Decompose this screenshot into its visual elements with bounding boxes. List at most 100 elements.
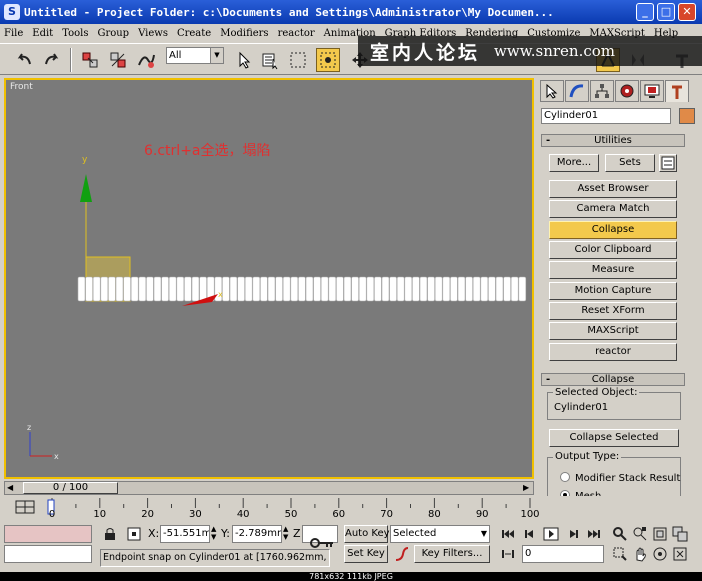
collapse-selected-button[interactable]: Collapse Selected: [549, 429, 679, 447]
y-coord-field[interactable]: -2.789mm: [232, 525, 282, 543]
cylinder-object[interactable]: [412, 276, 420, 302]
cylinder-object[interactable]: [184, 276, 192, 302]
absolute-mode-icon[interactable]: [124, 525, 144, 543]
prev-frame-arrow-icon[interactable]: ◀: [7, 482, 13, 494]
cylinder-object[interactable]: [488, 276, 496, 302]
menu-create[interactable]: Create: [177, 28, 211, 39]
cylinder-object[interactable]: [244, 276, 253, 302]
cylinder-array[interactable]: [77, 276, 527, 302]
cylinder-object[interactable]: [510, 276, 519, 302]
key-mode-dropdown[interactable]: Selected ▼: [390, 525, 490, 543]
more-button[interactable]: More...: [549, 154, 599, 172]
cylinder-object[interactable]: [282, 276, 291, 302]
cylinder-object[interactable]: [434, 276, 443, 302]
utilities-rollout-header[interactable]: - Utilities: [541, 134, 685, 147]
gizmo-y-arrow-icon[interactable]: [80, 174, 92, 202]
set-key-button[interactable]: Set Key: [344, 545, 388, 563]
next-frame-arrow-icon[interactable]: ▶: [523, 482, 529, 494]
asset-browser-button[interactable]: Asset Browser: [549, 180, 677, 198]
utilities-tab-icon[interactable]: [665, 80, 689, 102]
maximize-button[interactable]: □: [657, 3, 675, 21]
cylinder-object[interactable]: [503, 276, 511, 302]
cylinder-object[interactable]: [419, 276, 428, 302]
rectangular-selection-icon[interactable]: [286, 48, 310, 72]
motion-tab-icon[interactable]: [615, 80, 639, 102]
maxscript-button[interactable]: MAXScript: [549, 322, 677, 340]
chevron-down-icon[interactable]: ▼: [210, 48, 223, 63]
minimize-button[interactable]: _: [636, 3, 654, 21]
select-link-icon[interactable]: [78, 48, 102, 72]
go-to-start-icon[interactable]: [498, 525, 518, 543]
cylinder-object[interactable]: [374, 276, 382, 302]
selection-filter-dropdown[interactable]: All ▼: [166, 47, 224, 64]
cylinder-object[interactable]: [328, 276, 337, 302]
pan-icon[interactable]: [630, 545, 650, 563]
measure-button[interactable]: Measure: [549, 261, 677, 279]
cylinder-object[interactable]: [495, 276, 504, 302]
cylinder-object[interactable]: [260, 276, 268, 302]
window-crossing-icon[interactable]: [316, 48, 340, 72]
object-name-field[interactable]: Cylinder01: [541, 108, 671, 124]
configure-sets-icon[interactable]: [659, 154, 677, 172]
sets-button[interactable]: Sets: [605, 154, 655, 172]
time-slider-thumb[interactable]: 0 / 100: [23, 482, 118, 494]
cylinder-object[interactable]: [199, 276, 207, 302]
menu-file[interactable]: File: [4, 28, 23, 39]
cylinder-object[interactable]: [336, 276, 344, 302]
cylinder-object[interactable]: [472, 276, 481, 302]
menu-edit[interactable]: Edit: [32, 28, 53, 39]
menu-group[interactable]: Group: [97, 28, 129, 39]
collapse-utility-button[interactable]: Collapse: [549, 221, 677, 239]
modify-tab-icon[interactable]: [565, 80, 589, 102]
cylinder-object[interactable]: [366, 276, 375, 302]
menu-tools[interactable]: Tools: [62, 28, 88, 39]
zoom-extents-icon[interactable]: [650, 525, 670, 543]
cylinder-object[interactable]: [404, 276, 413, 302]
cylinder-object[interactable]: [396, 276, 405, 302]
cylinder-object[interactable]: [343, 276, 352, 302]
cylinder-object[interactable]: [222, 276, 230, 302]
bind-space-warp-icon[interactable]: [134, 48, 158, 72]
menu-modifiers[interactable]: Modifiers: [220, 28, 268, 39]
cylinder-object[interactable]: [252, 276, 261, 302]
cylinder-object[interactable]: [100, 276, 109, 302]
cylinder-object[interactable]: [290, 276, 299, 302]
cylinder-object[interactable]: [381, 276, 390, 302]
cylinder-object[interactable]: [176, 276, 185, 302]
auto-key-button[interactable]: Auto Key: [344, 525, 390, 543]
cylinder-object[interactable]: [191, 276, 200, 302]
next-frame-icon[interactable]: [563, 525, 583, 543]
cylinder-object[interactable]: [518, 276, 527, 302]
cylinder-object[interactable]: [267, 276, 276, 302]
zoom-icon[interactable]: [610, 525, 630, 543]
maxscript-input-mini[interactable]: [4, 545, 92, 563]
lock-selection-icon[interactable]: [100, 525, 120, 543]
maximize-viewport-icon[interactable]: [670, 545, 690, 563]
arc-rotate-icon[interactable]: [650, 545, 670, 563]
object-color-swatch[interactable]: [679, 108, 695, 124]
play-icon[interactable]: [541, 525, 561, 543]
cylinder-object[interactable]: [480, 276, 489, 302]
radio-icon[interactable]: [560, 472, 570, 482]
motion-capture-button[interactable]: Motion Capture: [549, 282, 677, 300]
app-icon[interactable]: S: [4, 4, 20, 20]
x-spinner-icon[interactable]: ▲ ▼: [211, 525, 216, 541]
cylinder-object[interactable]: [450, 276, 458, 302]
front-viewport[interactable]: Front 6.ctrl+a全选，塌陷 y x z x: [4, 78, 534, 479]
unlink-icon[interactable]: [106, 48, 130, 72]
y-spinner-icon[interactable]: ▲ ▼: [283, 525, 288, 541]
previous-frame-icon[interactable]: [520, 525, 540, 543]
close-button[interactable]: ✕: [678, 3, 696, 21]
cylinder-object[interactable]: [389, 276, 397, 302]
menu-views[interactable]: Views: [138, 28, 168, 39]
region-zoom-icon[interactable]: [610, 545, 630, 563]
select-object-icon[interactable]: [232, 48, 256, 72]
zoom-extents-all-icon[interactable]: [670, 525, 690, 543]
cylinder-object[interactable]: [138, 276, 147, 302]
cylinder-object[interactable]: [457, 276, 466, 302]
camera-match-button[interactable]: Camera Match: [549, 200, 677, 218]
display-tab-icon[interactable]: [640, 80, 664, 102]
cylinder-object[interactable]: [229, 276, 238, 302]
reactor-button[interactable]: reactor: [549, 343, 677, 361]
cylinder-object[interactable]: [320, 276, 329, 302]
